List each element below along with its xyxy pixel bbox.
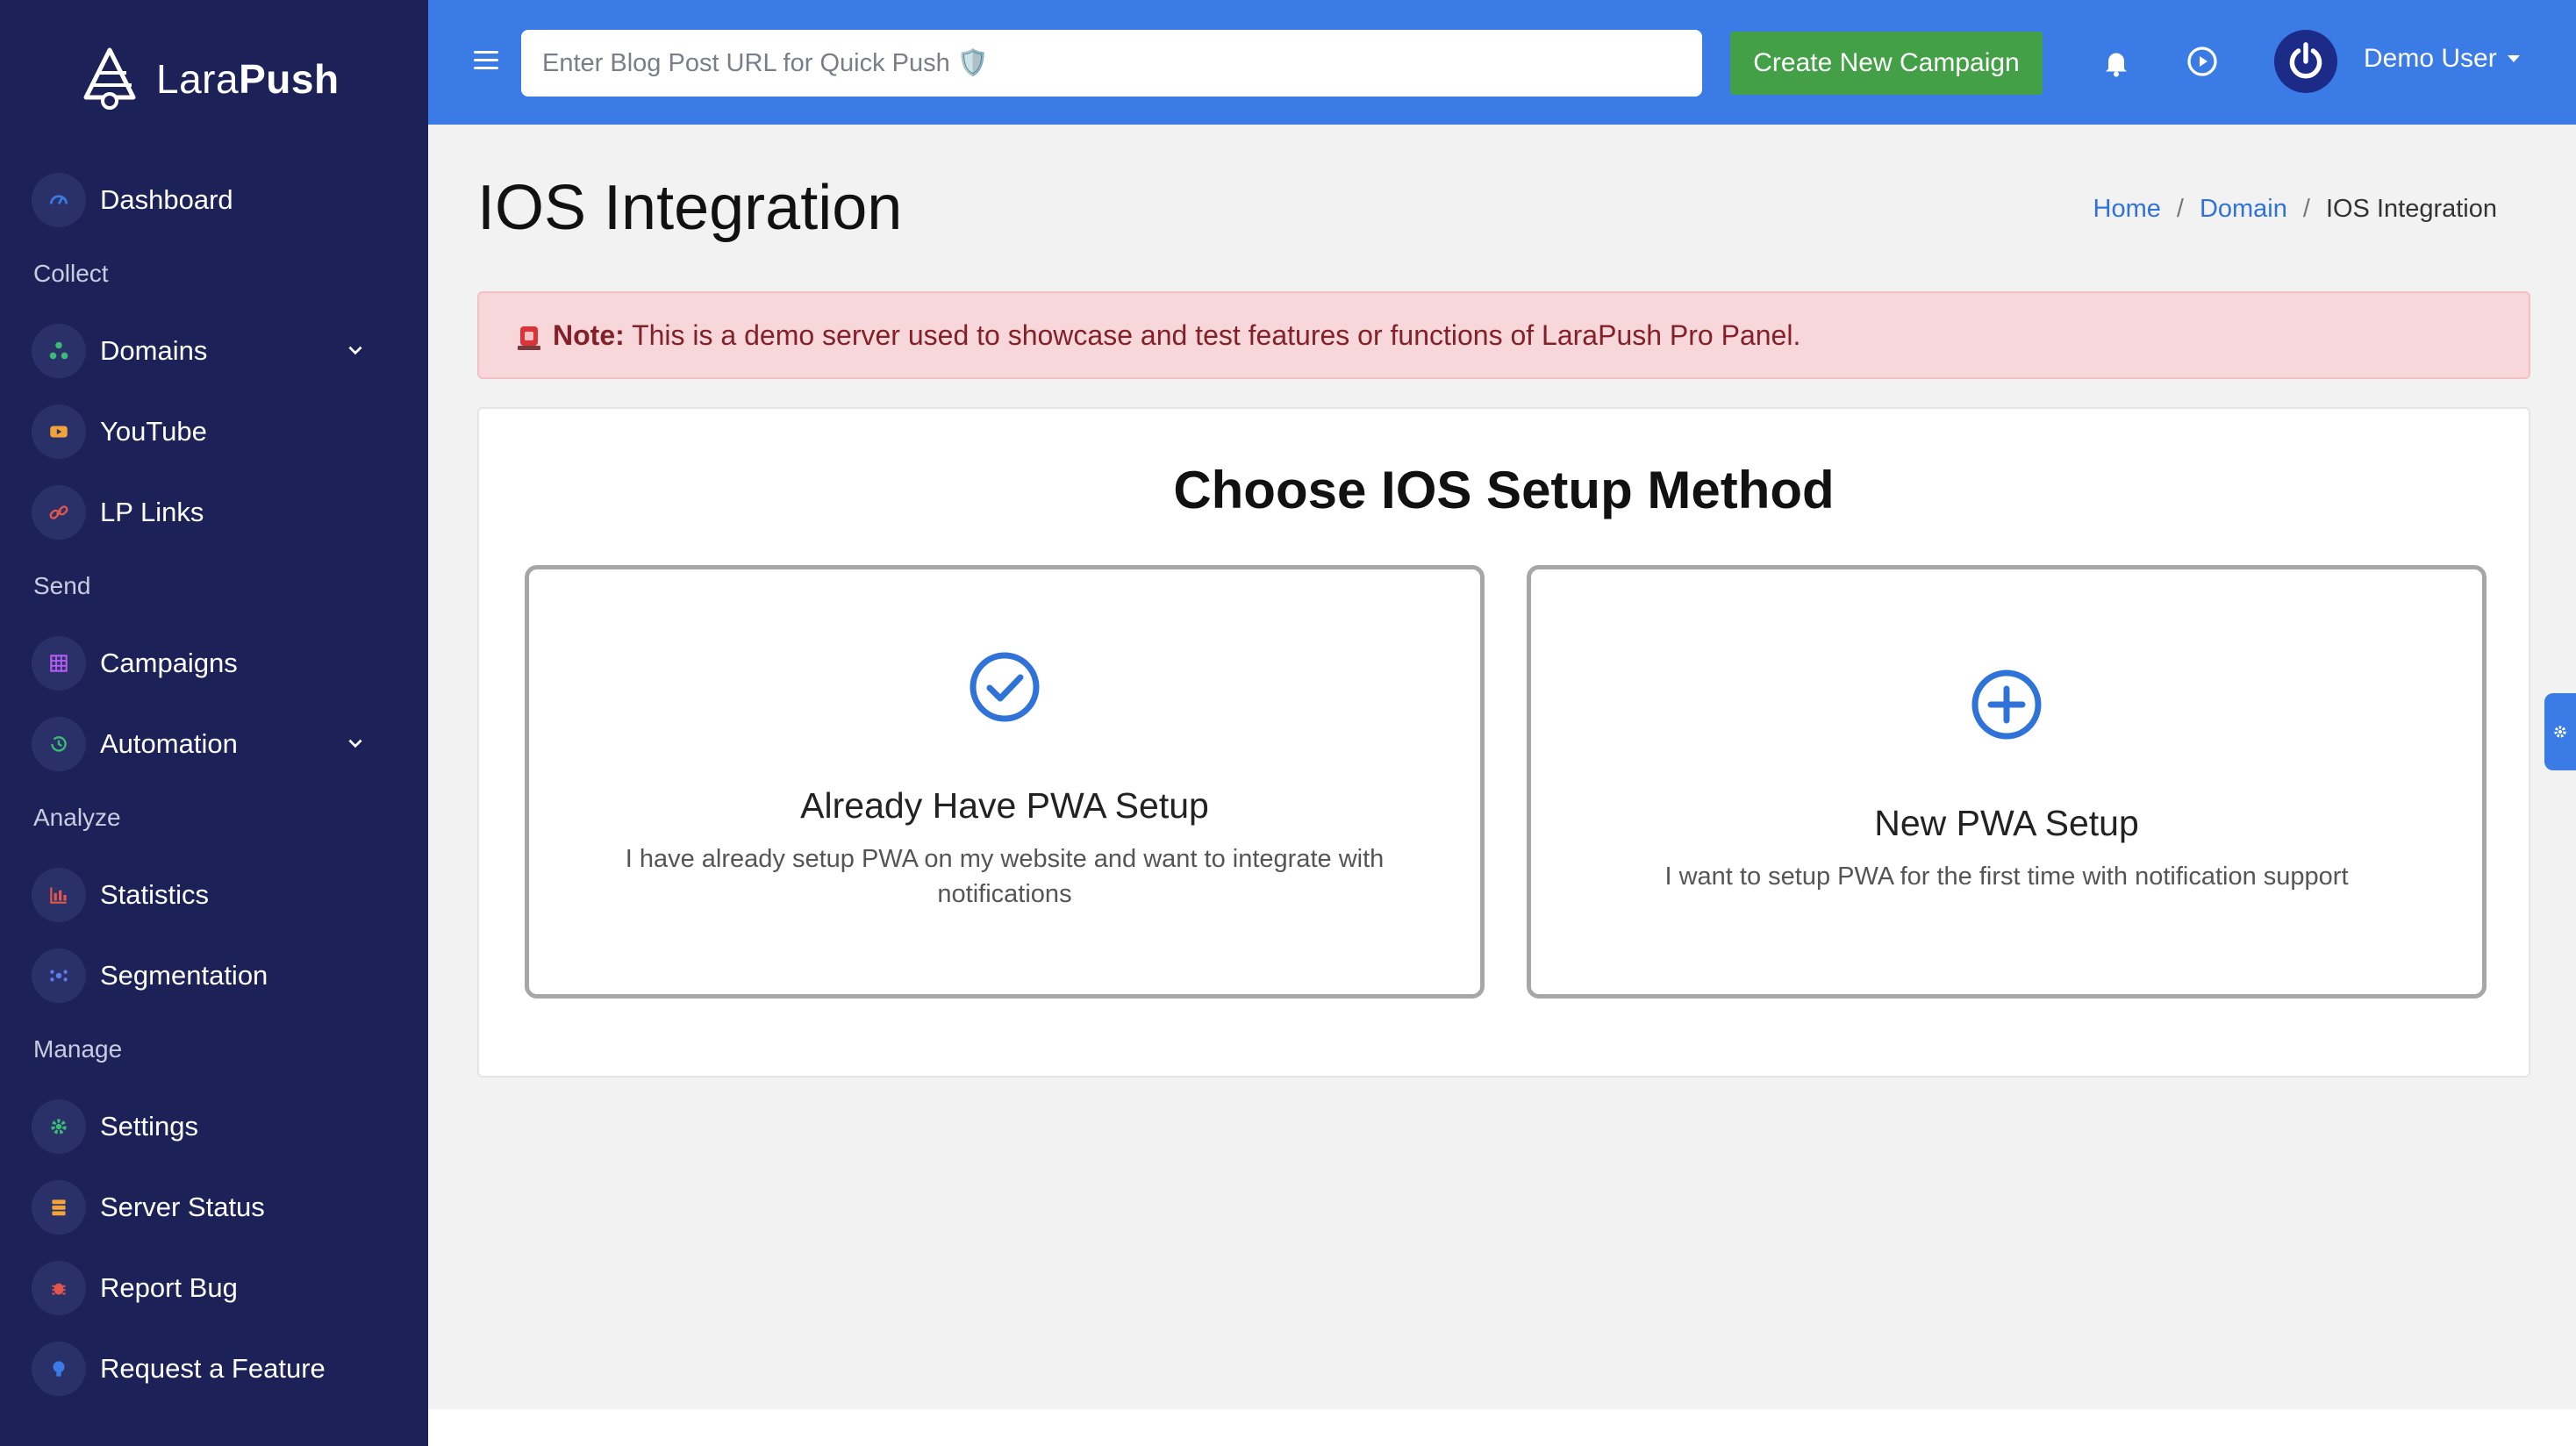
alert-label: Note: [553,319,625,351]
option-title: Already Have PWA Setup [800,785,1209,826]
breadcrumb-separator: / [2176,195,2184,223]
breadcrumb-separator: / [2302,195,2310,223]
sidebar-item-dashboard[interactable]: Dashboard [32,168,383,232]
user-name: Demo User [2364,44,2497,73]
sidebar-item-label: Report Bug [100,1272,238,1303]
alert-text: Note: This is a demo server used to show… [553,319,1800,352]
breadcrumb-domain-link[interactable]: Domain [2200,195,2287,224]
play-circle-icon[interactable] [2186,46,2218,77]
gear-icon [32,1099,86,1154]
sidebar-item-settings[interactable]: Settings [32,1095,383,1158]
menu-toggle-icon[interactable] [474,51,498,72]
brand-name: LaraPush [156,56,340,102]
sidebar-item-label: YouTube [100,416,207,447]
sidebar-item-label: Automation [100,728,238,759]
section-manage: Manage [33,1035,123,1063]
sidebar-item-label: LP Links [100,497,204,527]
bar-chart-icon [32,868,86,922]
sidebar-item-lp-links[interactable]: LP Links [32,481,383,544]
section-analyze: Analyze [33,804,121,831]
sidebar: LaraPush Dashboard Collect Domains YouTu… [0,0,428,1446]
avatar[interactable] [2274,30,2337,93]
sidebar-item-youtube[interactable]: YouTube [32,400,383,463]
sidebar-item-request-feature[interactable]: Request a Feature [32,1337,383,1400]
larapush-logo-icon [83,47,136,110]
server-icon [32,1180,86,1235]
grid-icon [32,636,86,691]
sidebar-item-domains[interactable]: Domains [32,319,383,383]
new-pwa-setup-option[interactable]: New PWA Setup I want to setup PWA for th… [1527,565,2487,999]
power-icon [2289,42,2322,79]
sidebar-item-label: Domains [100,335,208,366]
gear-icon [2554,726,2566,738]
section-collect: Collect [33,260,109,287]
sidebar-item-server-status[interactable]: Server Status [32,1176,383,1239]
sidebar-item-segmentation[interactable]: Segmentation [32,944,383,1007]
quick-push-input[interactable] [521,30,1702,97]
sidebar-item-automation[interactable]: Automation [32,712,383,776]
brand-logo[interactable]: LaraPush [81,44,340,114]
page-title: IOS Integration [477,173,903,243]
siren-icon [518,326,540,350]
bell-icon[interactable] [2100,46,2132,79]
sidebar-item-statistics[interactable]: Statistics [32,863,383,927]
sidebar-item-campaigns[interactable]: Campaigns [32,632,383,695]
chevron-down-icon [348,739,362,748]
option-title: New PWA Setup [1874,803,2139,843]
lightbulb-icon [32,1342,86,1396]
user-menu-dropdown[interactable]: Demo User [2364,44,2520,74]
plus-circle-icon [1971,669,2042,740]
sidebar-item-label: Campaigns [100,648,238,678]
bug-icon [32,1261,86,1315]
sitemap-icon [32,324,86,378]
breadcrumb: Home / Domain / IOS Integration [2093,195,2497,224]
segment-icon [32,948,86,1003]
footer [428,1409,2576,1446]
ios-setup-card: Choose IOS Setup Method Already Have PWA… [477,407,2530,1077]
caret-down-icon [2507,55,2520,62]
breadcrumb-home-link[interactable]: Home [2093,195,2161,224]
sidebar-item-label: Server Status [100,1192,265,1222]
alert-message: This is a demo server used to showcase a… [624,319,1801,351]
theme-settings-tab[interactable] [2544,693,2576,770]
demo-note-alert: Note: This is a demo server used to show… [477,291,2530,379]
sidebar-item-label: Dashboard [100,184,233,215]
breadcrumb-current: IOS Integration [2325,195,2497,223]
option-description: I have already setup PWA on my website a… [625,845,1385,908]
section-send: Send [33,572,91,599]
history-icon [32,717,86,771]
create-new-campaign-button[interactable]: Create New Campaign [1730,32,2043,95]
sidebar-item-label: Statistics [100,879,210,910]
sidebar-item-report-bug[interactable]: Report Bug [32,1256,383,1320]
sidebar-item-label: Request a Feature [100,1353,326,1384]
option-description: I want to setup PWA for the first time w… [1664,863,2349,891]
already-have-pwa-option[interactable]: Already Have PWA Setup I have already se… [525,565,1485,999]
top-navbar: Create New Campaign Demo User [428,0,2576,125]
youtube-icon [32,404,86,459]
check-circle-icon [970,652,1040,722]
sidebar-item-label: Segmentation [100,960,268,991]
chevron-down-icon [348,346,362,355]
sidebar-item-label: Settings [100,1111,199,1142]
setup-title: Choose IOS Setup Method [1173,461,1835,519]
speedometer-icon [32,173,86,227]
link-icon [32,485,86,540]
